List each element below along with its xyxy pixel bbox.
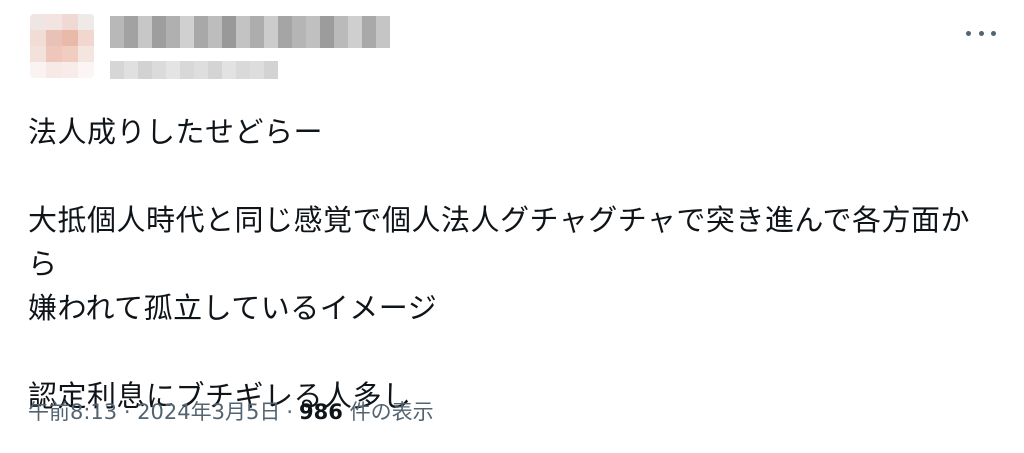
tweet-text: 法人成りしたせどらー 大抵個人時代と同じ感覚で個人法人グチャグチャで突き進んで各…: [28, 110, 998, 418]
avatar[interactable]: [30, 14, 94, 78]
tweet-line: 法人成りしたせどらー: [28, 115, 324, 149]
tweet-card: 法人成りしたせどらー 大抵個人時代と同じ感覚で個人法人グチャグチャで突き進んで各…: [0, 0, 1024, 453]
tweet-line: 嫌われて孤立しているイメージ: [28, 291, 438, 325]
timestamp-link[interactable]: 午前8:13 · 2024年3月5日: [28, 400, 280, 424]
views-count: 986: [299, 400, 343, 424]
tweet-meta: 午前8:13 · 2024年3月5日 · 986 件の表示: [28, 397, 434, 427]
views-label: 件の表示: [349, 400, 434, 424]
tweet-line: 大抵個人時代と同じ感覚で個人法人グチャグチャで突き進んで各方面から: [28, 203, 970, 281]
more-dot: [978, 30, 984, 36]
meta-separator: ·: [286, 400, 294, 424]
more-dot: [966, 30, 971, 36]
handle-redacted[interactable]: [110, 61, 278, 79]
display-name-redacted[interactable]: [110, 16, 390, 48]
more-dot: [991, 30, 996, 36]
more-horizontal-icon[interactable]: [966, 26, 996, 40]
